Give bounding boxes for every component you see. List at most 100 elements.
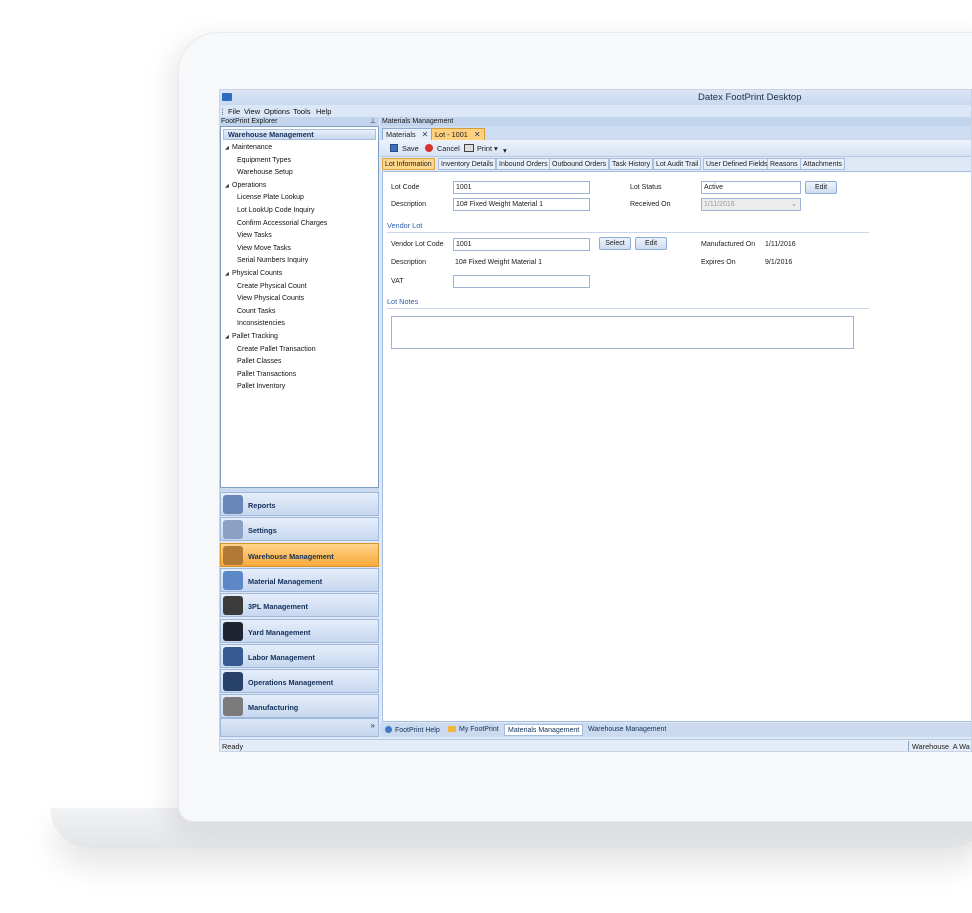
save-button[interactable]: Save (390, 144, 419, 153)
menu-bar: File View Options Tools Help (220, 105, 971, 117)
toolbar-overflow-icon[interactable]: ▾ (503, 146, 507, 155)
expand-triangle-icon[interactable]: ◢ (225, 145, 232, 151)
tree-item[interactable]: View Move Tasks (237, 245, 291, 252)
nav-settings-button[interactable]: Settings (220, 517, 379, 542)
tab-footprint-help[interactable]: FootPrint Help (382, 724, 443, 736)
nav-3pl-button[interactable]: 3PL Management (220, 593, 379, 618)
my-footprint-label: My FootPrint (459, 726, 499, 733)
tree-item-label: Pallet Classes (237, 358, 282, 366)
description-input[interactable]: 10# Fixed Weight Material 1 (453, 198, 590, 211)
save-icon (390, 144, 398, 152)
nav-labor-button[interactable]: Labor Management (220, 643, 379, 668)
close-icon[interactable]: ✕ (422, 130, 429, 139)
tab-materials[interactable]: Materials ✕ (382, 128, 433, 140)
lot-notes-textarea[interactable] (391, 316, 854, 349)
subtab-inbound-orders[interactable]: Inbound Orders (496, 158, 551, 170)
nav-manufacturing-button[interactable]: Manufacturing (220, 694, 379, 719)
nav-warehouse-button[interactable]: Warehouse Management (220, 542, 379, 567)
nav-label: Operations Management (248, 678, 334, 688)
tree-item[interactable]: Warehouse Setup (237, 169, 293, 176)
tree-item-label: View Move Tasks (237, 244, 291, 252)
vendor-lot-divider (387, 232, 869, 233)
vendor-lot-edit-button[interactable]: Edit (635, 237, 667, 250)
subtab-outbound-orders[interactable]: Outbound Orders (549, 158, 610, 170)
tab-lot-1001[interactable]: Lot - 1001 ✕ (431, 128, 485, 140)
subtab-reasons[interactable]: Reasons (767, 158, 801, 170)
tree-item[interactable]: Count Tasks (237, 308, 275, 315)
tree-item[interactable]: Pallet Inventory (237, 383, 285, 390)
menu-tools[interactable]: Tools (293, 107, 311, 116)
tree-group[interactable]: ◢ Operations (225, 182, 266, 189)
tree-item-label: View Tasks (237, 232, 272, 240)
menu-options[interactable]: Options (264, 107, 290, 116)
subtab-task-history[interactable]: Task History (609, 158, 654, 170)
tree-item[interactable]: Create Physical Count (237, 283, 307, 290)
lot-status-edit-button[interactable]: Edit (805, 181, 837, 194)
tree-item-label: Lot LookUp Code Inquiry (237, 207, 315, 214)
status-divider (908, 741, 909, 751)
document-tabs: Materials ✕ Lot - 1001 ✕ (380, 126, 971, 140)
menu-file[interactable]: File (228, 107, 240, 116)
cancel-button[interactable]: Cancel (425, 144, 460, 153)
tree-item[interactable]: Lot LookUp Code Inquiry (237, 207, 314, 214)
tree-item[interactable]: Confirm Accessorial Charges (237, 220, 327, 227)
explorer-header: FootPrint Explorer ⊥ (220, 117, 379, 126)
toolbar: Save Cancel Print ▾ ▾ (380, 140, 971, 157)
footprint-help-label: FootPrint Help (395, 727, 440, 734)
tree-item[interactable]: View Tasks (237, 232, 272, 239)
tree-group[interactable]: ◢ Physical Counts (225, 270, 282, 277)
nav-label: Labor Management (248, 652, 315, 662)
vat-input[interactable] (453, 275, 590, 288)
labor-icon (223, 646, 243, 666)
tree-group[interactable]: ◢ Maintenance (225, 144, 272, 151)
print-label: Print (477, 144, 493, 153)
subtab-lot-audit-trail[interactable]: Lot Audit Trail (653, 158, 702, 170)
menu-help[interactable]: Help (316, 107, 331, 116)
expand-triangle-icon[interactable]: ◢ (225, 334, 232, 340)
tree-group[interactable]: ◢ Pallet Tracking (225, 333, 278, 340)
nav-label: Material Management (248, 576, 323, 586)
manufactured-on-value: 1/11/2016 (765, 241, 796, 248)
tree-item[interactable]: Pallet Transactions (237, 371, 296, 378)
tab-warehouse-management[interactable]: Warehouse Management (585, 724, 669, 736)
received-on-picker[interactable]: 1/11/2016 ⌄ (701, 198, 801, 211)
print-button[interactable]: Print ▾ (464, 144, 498, 153)
lot-notes-section-title: Lot Notes (387, 297, 419, 306)
tree-item-label: Pallet Transactions (237, 370, 297, 378)
pin-icon[interactable]: ⊥ (370, 117, 376, 126)
vendor-lot-code-input[interactable]: 1001 (453, 238, 590, 251)
tree-item[interactable]: License Plate Lookup (237, 194, 304, 201)
tree-item[interactable]: Create Pallet Transaction (237, 346, 316, 353)
vendor-lot-select-button[interactable]: Select (599, 237, 631, 250)
lot-code-input[interactable]: 1001 (453, 181, 590, 194)
tab-my-footprint[interactable]: My FootPrint (445, 724, 502, 736)
nav-yard-button[interactable]: Yard Management (220, 618, 379, 643)
expand-triangle-icon[interactable]: ◢ (225, 183, 232, 189)
tab-materials-management[interactable]: Materials Management (504, 724, 584, 736)
tab-materials-label: Materials (386, 130, 416, 139)
nav-material-button[interactable]: Material Management (220, 567, 379, 592)
tree-item-label: Pallet Inventory (237, 383, 286, 391)
nav-operations-button[interactable]: Operations Management (220, 669, 379, 694)
warehouse-icon (223, 545, 243, 565)
subtab-lot-information[interactable]: Lot Information (382, 158, 435, 170)
tree-item[interactable]: Pallet Classes (237, 358, 281, 365)
nav-label: Warehouse Management (248, 551, 334, 561)
chevron-right-icon[interactable]: » (371, 721, 375, 730)
tree-item[interactable]: Equipment Types (237, 157, 291, 164)
nav-reports-button[interactable]: Reports (220, 492, 379, 516)
subtab-user-defined-fields[interactable]: User Defined Fields (703, 158, 771, 170)
tree-item[interactable]: Serial Numbers Inquiry (237, 257, 308, 264)
expand-triangle-icon[interactable]: ◢ (225, 271, 232, 277)
lot-status-input[interactable]: Active (701, 181, 801, 194)
menu-view[interactable]: View (244, 107, 260, 116)
tree-item[interactable]: View Physical Counts (237, 295, 304, 302)
tree-item-label: Confirm Accessorial Charges (237, 219, 328, 227)
subtab-inventory-details[interactable]: Inventory Details (438, 158, 497, 170)
subtab-attachments[interactable]: Attachments (800, 158, 845, 170)
expires-on-value: 9/1/2016 (765, 259, 793, 266)
warehouse-management-section-header[interactable]: Warehouse Management (223, 129, 376, 140)
tree-item[interactable]: Inconsistencies (237, 320, 285, 327)
description-label: Description (391, 201, 427, 208)
close-icon[interactable]: ✕ (474, 130, 481, 139)
